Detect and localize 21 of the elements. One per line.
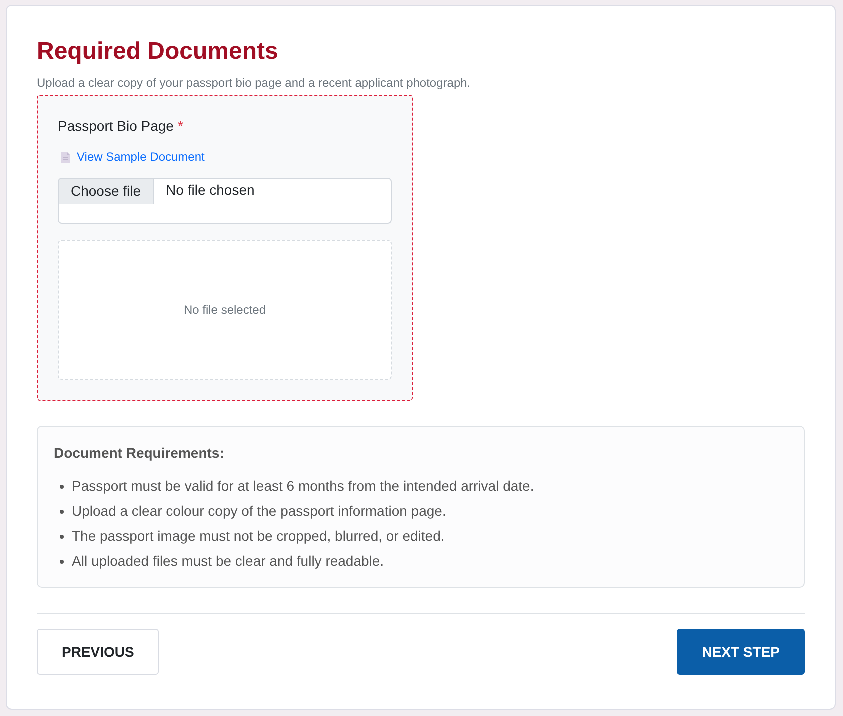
page-title: Required Documents	[37, 37, 278, 66]
page-subtitle: Upload a clear copy of your passport bio page and a recent applicant photograph.	[37, 76, 471, 90]
bullet-icon	[60, 484, 64, 488]
previous-button[interactable]: PREVIOUS	[37, 629, 160, 675]
bullet-icon	[60, 510, 64, 514]
next-step-button[interactable]: NEXT STEP	[677, 629, 805, 675]
file-status-text: No file chosen	[166, 182, 255, 199]
file-input-field[interactable]: Choose file No file chosen	[58, 178, 392, 224]
document-icon	[61, 152, 70, 162]
bullet-icon	[60, 560, 64, 564]
choose-file-button[interactable]: Choose file	[59, 179, 154, 204]
view-sample-link[interactable]: View Sample Document	[77, 150, 205, 164]
required-mark: *	[178, 118, 184, 135]
requirement-text: Upload a clear colour copy of the passport information page.	[72, 503, 446, 520]
requirement-text: Passport must be valid for at least 6 months from the intended arrival date.	[72, 478, 534, 495]
field-label: Passport Bio Page	[58, 118, 174, 135]
bullet-icon	[60, 534, 64, 538]
requirement-text: All uploaded files must be clear and fully readable.	[72, 553, 384, 570]
preview-placeholder-text: No file selected	[184, 303, 266, 317]
requirement-text: The passport image must not be cropped, blurred, or edited.	[72, 528, 445, 545]
requirements-heading: Document Requirements:	[54, 445, 226, 462]
